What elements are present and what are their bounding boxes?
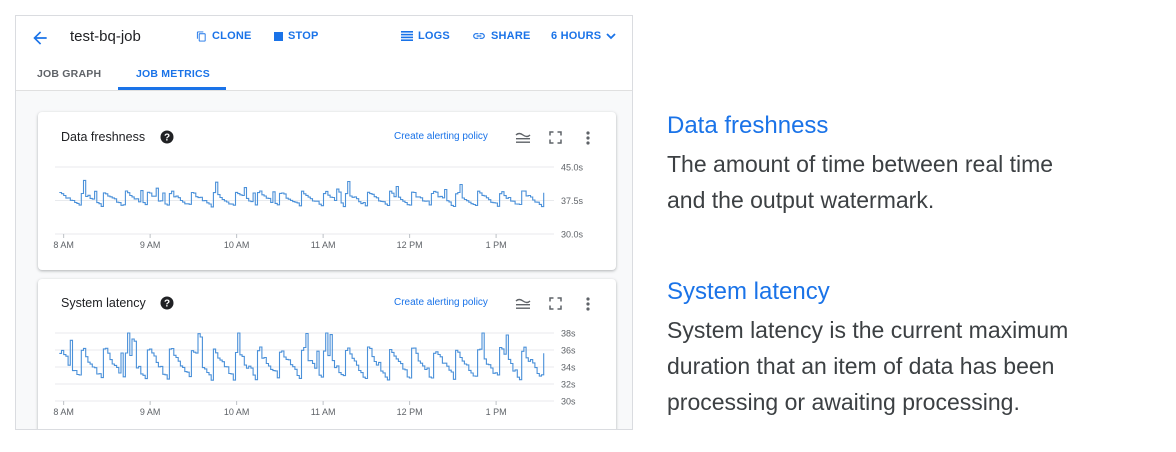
y-tick-label: 32s	[561, 380, 576, 390]
help-icon[interactable]: ?	[160, 296, 174, 310]
fullscreen-icon[interactable]	[549, 297, 562, 310]
clone-label: CLONE	[212, 30, 252, 42]
x-tick-label: 1 PM	[486, 240, 507, 250]
logs-icon	[401, 31, 413, 41]
job-title: test-bq-job	[70, 28, 141, 45]
y-tick-label: 38s	[561, 329, 576, 339]
more-vert-icon[interactable]	[585, 130, 591, 146]
x-tick-label: 12 PM	[397, 240, 423, 250]
metrics-area: Data freshness ? Create alerting policy …	[16, 91, 632, 429]
description-heading: System latency	[667, 278, 830, 305]
share-label: SHARE	[491, 30, 531, 42]
card-title: Data freshness	[61, 130, 146, 144]
description-body: The amount of time between real time and…	[667, 151, 1054, 213]
x-tick-label: 8 AM	[53, 240, 74, 250]
svg-text:?: ?	[164, 133, 170, 144]
x-tick-label: 10 AM	[224, 407, 250, 417]
time-range-select[interactable]: 6 HOURS	[551, 30, 616, 42]
data-freshness-card: Data freshness ? Create alerting policy …	[38, 112, 616, 270]
stop-label: STOP	[288, 30, 319, 42]
data-freshness-chart: 45.0s 37.5s 30.0s 8 AM 9 AM 10 AM 11 AM 12 PM 1 …	[53, 163, 584, 251]
tab-job-graph[interactable]: JOB GRAPH	[37, 68, 101, 80]
create-alerting-policy-link[interactable]: Create alerting policy	[394, 131, 488, 142]
x-tick-label: 8 AM	[53, 407, 74, 417]
x-tick-label: 1 PM	[486, 407, 507, 417]
tab-bar: JOB GRAPH JOB METRICS	[16, 60, 632, 91]
link-icon	[473, 33, 485, 39]
logs-button[interactable]: LOGS	[401, 30, 450, 42]
dataflow-job-panel: test-bq-job CLONE STOP LOGS SHARE 6 HOUR…	[15, 15, 633, 430]
x-tick-label: 12 PM	[397, 407, 423, 417]
back-arrow-icon[interactable]	[30, 28, 50, 48]
y-tick-label: 45.0s	[561, 163, 584, 173]
x-tick-label: 11 AM	[311, 407, 336, 417]
card-title: System latency	[61, 296, 146, 310]
help-icon[interactable]: ?	[160, 130, 174, 144]
description-heading: Data freshness	[667, 112, 829, 139]
y-tick-label: 34s	[561, 363, 576, 373]
legend-toggle-icon[interactable]	[515, 131, 531, 145]
x-tick-label: 10 AM	[224, 240, 250, 250]
y-tick-label: 30s	[561, 397, 576, 407]
tab-job-metrics[interactable]: JOB METRICS	[136, 68, 210, 80]
clone-button[interactable]: CLONE	[196, 30, 252, 42]
series-line	[59, 332, 545, 381]
data-freshness-description: Data freshness The amount of time betwee…	[667, 112, 1053, 218]
time-range-label: 6 HOURS	[551, 30, 602, 42]
y-tick-label: 37.5s	[561, 196, 584, 206]
x-tick-label: 11 AM	[311, 240, 336, 250]
more-vert-icon[interactable]	[585, 296, 591, 312]
system-latency-card: System latency ? Create alerting policy …	[38, 279, 616, 429]
clone-icon	[196, 30, 206, 42]
create-alerting-policy-link[interactable]: Create alerting policy	[394, 297, 488, 308]
system-latency-description: System latency System latency is the cur…	[667, 278, 1068, 420]
description-body: System latency is the current maximum du…	[667, 317, 1069, 415]
x-tick-label: 9 AM	[140, 240, 161, 250]
y-tick-label: 36s	[561, 346, 576, 356]
chevron-down-icon	[606, 32, 616, 39]
svg-text:?: ?	[164, 299, 170, 310]
active-tab-indicator	[118, 87, 226, 90]
series-line	[59, 179, 545, 208]
stop-icon	[274, 31, 283, 41]
stop-button[interactable]: STOP	[274, 30, 319, 42]
share-button[interactable]: SHARE	[472, 30, 531, 42]
fullscreen-icon[interactable]	[549, 131, 562, 144]
legend-toggle-icon[interactable]	[515, 297, 531, 311]
system-latency-chart: 38s 36s 34s 32s 30s 8 AM 9 AM 10 AM 11 AM 12 PM 1 …	[53, 329, 576, 418]
job-toolbar: test-bq-job CLONE STOP LOGS SHARE 6 HOUR…	[16, 16, 632, 60]
x-tick-label: 9 AM	[140, 407, 161, 417]
logs-label: LOGS	[418, 30, 450, 42]
y-tick-label: 30.0s	[561, 230, 584, 240]
